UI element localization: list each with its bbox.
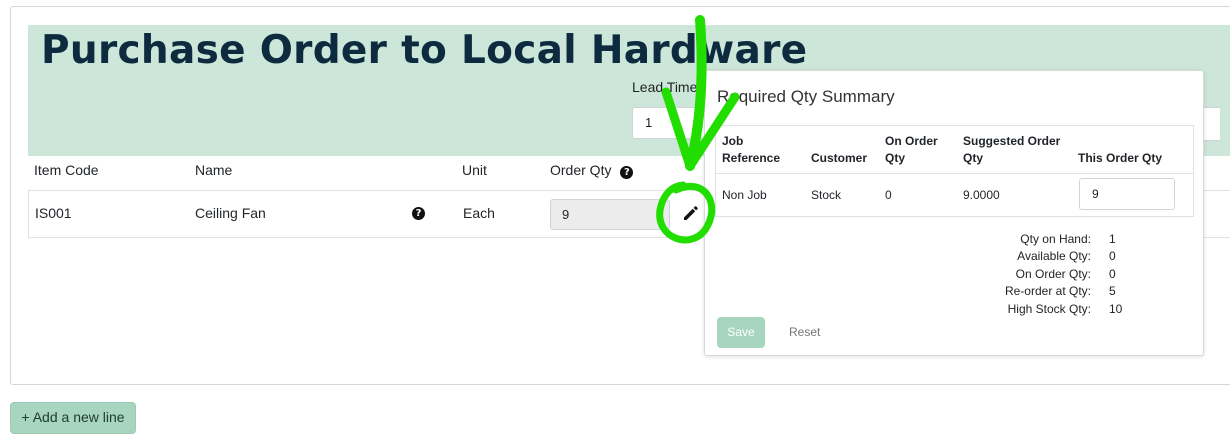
this-order-qty-input[interactable]: 9 [1079,178,1175,210]
lead-time-label: Lead Time [632,79,698,95]
customer-cell: Stock [811,188,842,202]
order-qty-header-label: Order Qty [550,162,612,178]
item-code-cell: IS001 [35,205,72,221]
summary-divider [716,173,1193,174]
page-title: Purchase Order to Local Hardware [41,28,808,73]
header-on-order-qty: On Order Qty [885,134,938,165]
column-header-order-qty: Order Qty ? [550,162,634,179]
order-qty-input[interactable]: 9 [550,199,670,230]
add-new-line-button[interactable]: + Add a new line [10,402,136,434]
suggested-order-qty-cell: 9.0000 [963,188,1000,202]
question-circle-icon[interactable]: ? [620,166,634,179]
header-this-order-qty: This Order Qty [1078,151,1163,165]
job-reference-cell: Non Job [722,188,767,202]
stat-label-reorder-qty: Re-order at Qty: [1004,284,1091,298]
reset-button[interactable]: Reset [789,325,820,339]
stat-value-qty-on-hand: 1 [1109,232,1116,246]
pencil-icon[interactable] [681,203,701,223]
unit-cell: Each [463,205,495,221]
stat-label-available-qty: Available Qty: [1017,249,1091,263]
column-header-unit: Unit [462,162,487,178]
stat-value-reorder-qty: 5 [1109,284,1116,298]
summary-table: Job Reference Customer On Order Qty Sugg… [715,125,1194,217]
stat-value-high-stock-qty: 10 [1109,302,1123,316]
column-header-item-code: Item Code [34,162,99,178]
header-customer: Customer [811,151,868,165]
column-header-name: Name [195,162,233,178]
stat-value-available-qty: 0 [1109,249,1116,263]
popover-title: Required Qty Summary [717,87,895,106]
stat-label-high-stock-qty: High Stock Qty: [1007,302,1091,316]
header-suggested-order-qty: Suggested Order Qty [963,134,1061,165]
question-circle-icon[interactable]: ? [412,207,425,220]
stat-label-qty-on-hand: Qty on Hand: [1020,232,1091,246]
save-button[interactable]: Save [717,317,765,348]
stat-label-on-order-qty: On Order Qty: [1015,267,1091,281]
on-order-qty-cell: 0 [885,188,892,202]
item-name-cell: Ceiling Fan [195,205,266,221]
required-qty-summary-popover: Required Qty Summary Job Reference Custo… [704,70,1204,356]
stat-value-on-order-qty: 0 [1109,267,1116,281]
header-job-reference: Job Reference [722,134,781,165]
